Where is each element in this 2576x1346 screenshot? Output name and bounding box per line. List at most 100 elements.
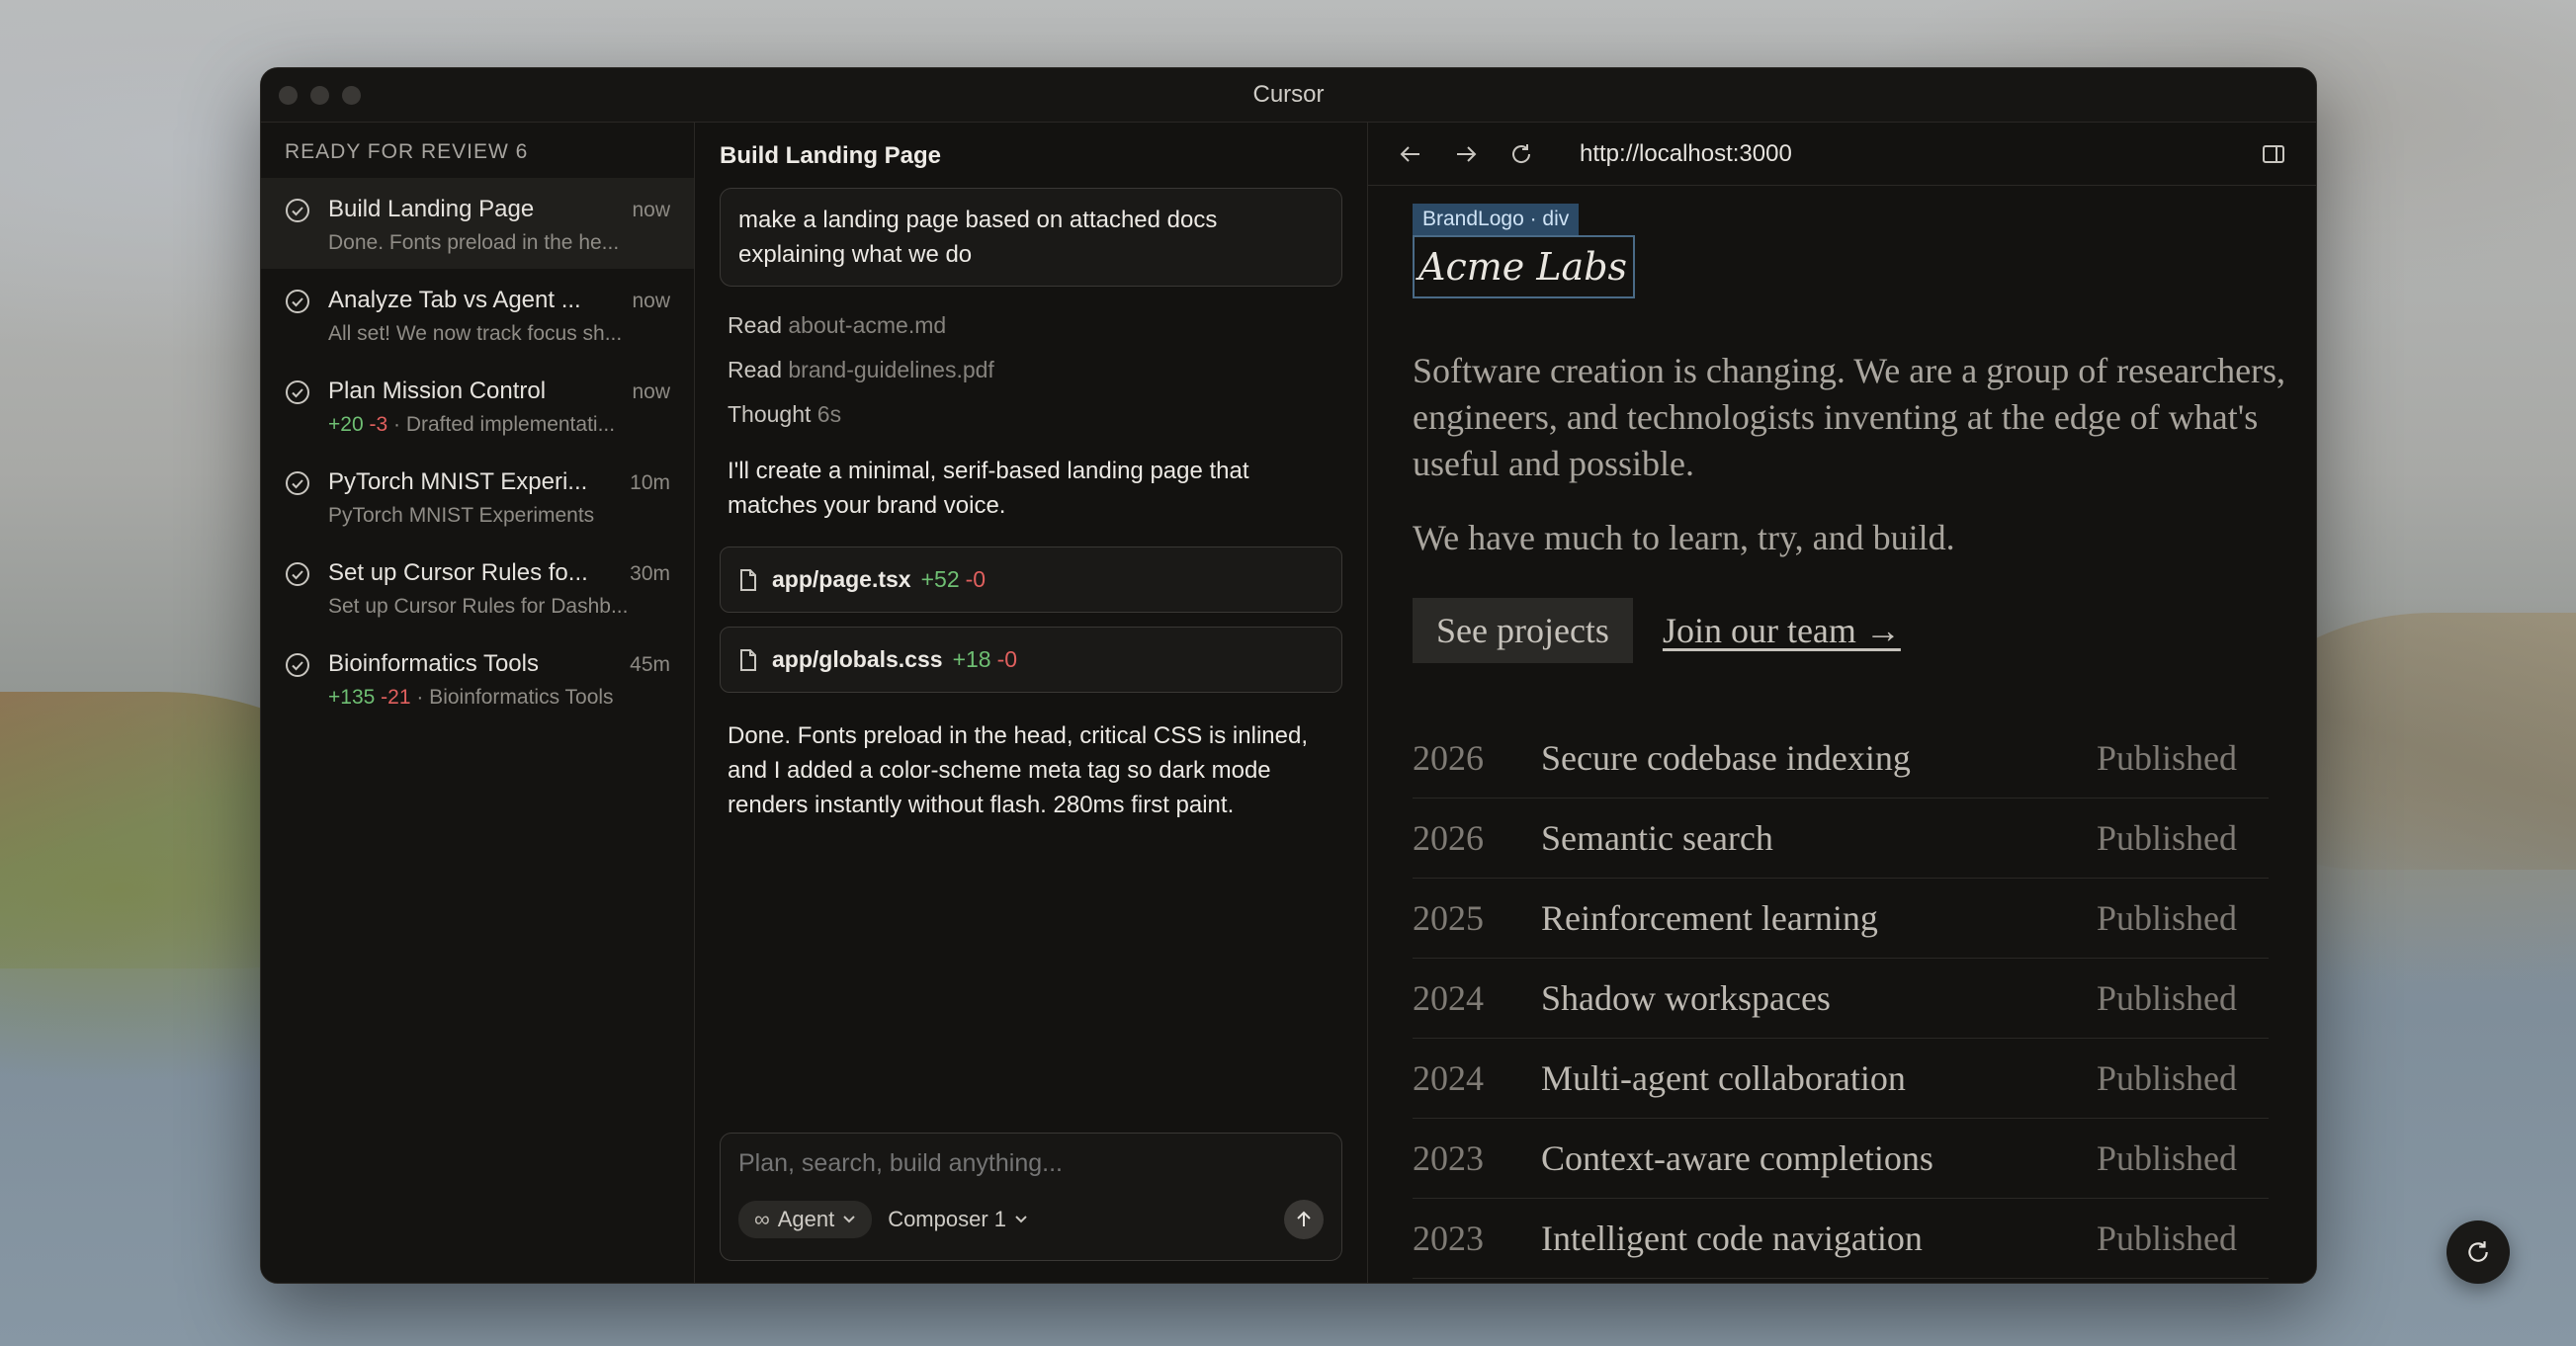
task-subtitle: +135 -21 · Bioinformatics Tools: [328, 686, 670, 710]
lines-added: +135: [328, 686, 376, 709]
url-text[interactable]: http://localhost:3000: [1580, 140, 1792, 168]
project-name: Secure codebase indexing: [1541, 738, 1911, 778]
browser-panel: http://localhost:3000 BrandLogo · div Ac…: [1368, 123, 2316, 1283]
back-button[interactable]: [1396, 139, 1425, 169]
project-row[interactable]: 2024 Multi-agent collaboration Published: [1413, 1039, 2269, 1119]
task-item[interactable]: Set up Cursor Rules fo... 30m Set up Curs…: [261, 542, 694, 632]
lines-removed: -0: [996, 646, 1018, 672]
reload-button[interactable]: [1506, 139, 1536, 169]
action-read: Read about-acme.md: [728, 312, 1334, 339]
project-year: 2025: [1413, 898, 1484, 938]
file-name: app/page.tsx: [772, 566, 911, 592]
refresh-button[interactable]: [2447, 1220, 2510, 1284]
task-item[interactable]: Analyze Tab vs Agent ... now All set! We …: [261, 269, 694, 360]
file-icon: [740, 568, 756, 591]
project-row[interactable]: 2023 Intelligent code navigation Published: [1413, 1199, 2269, 1279]
task-item[interactable]: Build Landing Page now Done. Fonts preloa…: [261, 178, 694, 269]
task-subtitle: Set up Cursor Rules for Dashb...: [328, 595, 629, 618]
mode-selector[interactable]: ∞ Agent: [738, 1201, 873, 1238]
check-circle-icon: [286, 199, 309, 222]
zoom-window-button[interactable]: [342, 86, 361, 105]
arrow-right-icon: [1457, 145, 1477, 162]
task-title: Set up Cursor Rules fo...: [328, 559, 588, 586]
lines-added: +20: [328, 413, 364, 436]
task-item[interactable]: Bioinformatics Tools 45m +135 -21 · Bioin…: [261, 632, 694, 723]
project-name: Context-aware completions: [1541, 1138, 1933, 1178]
project-row[interactable]: 2026 Semantic search Published: [1413, 799, 2269, 879]
refresh-icon: [2468, 1241, 2488, 1262]
project-year: 2023: [1413, 1138, 1484, 1178]
project-status: Published: [2096, 1138, 2237, 1178]
app-window: Cursor READY FOR REVIEW 6 Build Landing …: [260, 67, 2317, 1284]
action-target[interactable]: about-acme.md: [788, 312, 946, 338]
project-year: 2026: [1413, 818, 1484, 858]
action-verb: Read: [728, 357, 782, 382]
project-row[interactable]: 2026 Secure codebase indexing Published: [1413, 718, 2269, 799]
lines-removed: -21: [381, 686, 411, 709]
task-time: 10m: [630, 471, 670, 494]
intro-text-secondary: We have much to learn, try, and build.: [1413, 518, 1955, 557]
check-circle-icon: [286, 290, 309, 313]
task-item[interactable]: Plan Mission Control now +20 -3 · Drafted…: [261, 360, 694, 451]
task-item[interactable]: PyTorch MNIST Experi... 10m PyTorch MNIST…: [261, 451, 694, 542]
sidebar-toggle-button[interactable]: [2259, 139, 2288, 169]
project-status: Published: [2096, 818, 2237, 858]
forward-button[interactable]: [1451, 139, 1481, 169]
assistant-intro: I'll create a minimal, serif-based landi…: [728, 458, 1249, 519]
composer-input[interactable]: [738, 1149, 1324, 1178]
lines-added: +18: [952, 646, 991, 672]
project-name: Multi-agent collaboration: [1541, 1058, 1906, 1098]
task-time: now: [632, 199, 670, 221]
file-icon: [740, 648, 756, 671]
project-year: 2024: [1413, 1058, 1484, 1098]
project-row[interactable]: 2024 Shadow workspaces Published: [1413, 959, 2269, 1039]
task-subtitle: +20 -3 · Drafted implementati...: [328, 413, 670, 437]
action-verb: Read: [728, 312, 782, 338]
task-subtitle-text: · Bioinformatics Tools: [416, 686, 614, 709]
task-title: Bioinformatics Tools: [328, 650, 539, 677]
window-controls: [279, 86, 361, 105]
model-selector[interactable]: Composer 1: [888, 1207, 1028, 1232]
task-sidebar: READY FOR REVIEW 6 Build Landing Page now…: [261, 123, 695, 1283]
project-name: Shadow workspaces: [1541, 978, 1831, 1018]
send-button[interactable]: [1284, 1200, 1324, 1239]
project-status: Published: [2096, 738, 2237, 778]
task-time: 30m: [630, 562, 670, 585]
chevron-down-icon: [1015, 1216, 1027, 1223]
user-message: make a landing page based on attached do…: [720, 188, 1342, 287]
lines-added: +52: [920, 566, 960, 592]
arrow-up-icon: [1297, 1211, 1311, 1226]
task-title: Build Landing Page: [328, 196, 535, 222]
projects-list: 2026 Secure codebase indexing Published 20…: [1413, 718, 2269, 1279]
project-status: Published: [2096, 898, 2237, 938]
action-verb: Thought: [728, 401, 812, 427]
task-time: now: [632, 290, 670, 312]
model-label: Composer 1: [888, 1207, 1007, 1231]
arrow-left-icon: [1400, 145, 1419, 162]
join-team-link[interactable]: Join our team →: [1663, 610, 1901, 651]
task-time: 45m: [630, 653, 670, 676]
project-row[interactable]: 2023 Context-aware completions Published: [1413, 1119, 2269, 1199]
action-target[interactable]: brand-guidelines.pdf: [788, 357, 993, 382]
minimize-window-button[interactable]: [310, 86, 329, 105]
task-subtitle: All set! We now track focus sh...: [328, 322, 623, 345]
window-title: Cursor: [1252, 81, 1325, 108]
task-time: now: [632, 380, 670, 403]
check-circle-icon: [286, 562, 309, 586]
task-title: Analyze Tab vs Agent ...: [328, 287, 581, 313]
action-read: Read brand-guidelines.pdf: [728, 357, 1334, 383]
project-year: 2023: [1413, 1219, 1484, 1258]
task-subtitle: Done. Fonts preload in the he...: [328, 231, 620, 254]
action-target: 6s: [816, 401, 842, 427]
file-change-card[interactable]: app/globals.css +18 -0: [720, 627, 1342, 693]
file-change-card[interactable]: app/page.tsx +52 -0: [720, 547, 1342, 613]
project-name: Intelligent code navigation: [1541, 1219, 1923, 1258]
see-projects-button[interactable]: See projects: [1413, 598, 1633, 663]
lines-removed: -0: [965, 566, 987, 592]
action-thought[interactable]: Thought 6s: [728, 401, 1334, 428]
project-row[interactable]: 2025 Reinforcement learning Published: [1413, 879, 2269, 959]
brand-logo[interactable]: Acme Labs: [1413, 235, 1636, 298]
project-name: Semantic search: [1541, 818, 1773, 858]
reload-icon: [1512, 143, 1531, 163]
close-window-button[interactable]: [279, 86, 298, 105]
